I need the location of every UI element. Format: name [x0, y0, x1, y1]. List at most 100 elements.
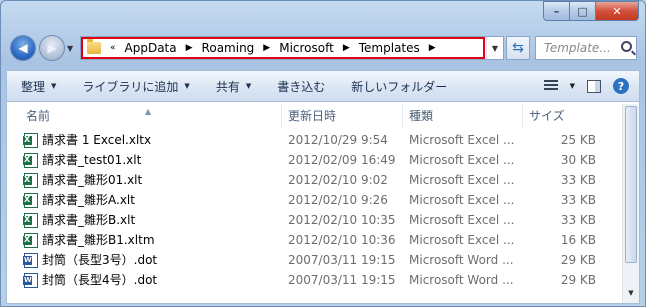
breadcrumb-separator-icon[interactable]: ▶	[186, 43, 193, 53]
scrollbar-thumb[interactable]	[625, 106, 637, 263]
breadcrumb-roaming[interactable]: Roaming	[202, 41, 255, 55]
column-size-label: サイズ	[529, 109, 565, 123]
address-bar[interactable]: « AppData ▶ Roaming ▶ Microsoft ▶ Templa…	[80, 36, 504, 60]
forward-button[interactable]: ▶	[39, 35, 65, 61]
chevron-down-icon: ▼	[51, 82, 57, 90]
column-header: 名前 ▲ 更新日時 種類 サイズ	[7, 104, 622, 128]
file-type: Microsoft Excel ...	[409, 233, 515, 247]
column-type[interactable]: 種類	[403, 104, 523, 128]
excel-icon	[23, 192, 38, 208]
recent-pages-chevron-icon[interactable]: ▼	[67, 44, 73, 53]
table-row[interactable]: 封筒（長型4号）.dot 2007/03/11 19:15 Microsoft …	[7, 270, 622, 290]
minimize-button[interactable]: –	[543, 1, 570, 21]
view-options-icon[interactable]	[543, 80, 558, 92]
navigation-bar: ◀ ▶ ▼ « AppData ▶ Roaming ▶ Microsoft ▶ …	[1, 32, 645, 64]
table-row[interactable]: 封筒（長型3号）.dot 2007/03/11 19:15 Microsoft …	[7, 250, 622, 270]
chevron-down-icon[interactable]: ▼	[570, 82, 575, 90]
file-modified: 2007/03/11 19:15	[288, 273, 396, 287]
table-row[interactable]: 請求書 1 Excel.xltx 2012/10/29 9:54 Microso…	[7, 130, 622, 150]
folder-icon	[87, 39, 101, 54]
file-size: 25 KB	[560, 133, 596, 147]
add-to-library-label: ライブラリに追加	[82, 79, 179, 94]
burn-label: 書き込む	[277, 79, 326, 94]
file-modified: 2007/03/11 19:15	[288, 253, 396, 267]
column-type-label: 種類	[409, 109, 434, 123]
command-bar: 整理 ▼ ライブラリに追加 ▼ 共有 ▼ 書き込む 新しいフォルダー ▼ ?	[6, 70, 640, 102]
column-modified-label: 更新日時	[288, 109, 337, 123]
breadcrumb-overflow[interactable]: «	[110, 43, 116, 53]
search-input[interactable]: Template...	[535, 36, 637, 60]
excel-icon	[23, 172, 38, 188]
file-name: 請求書_雛形B1.xltm	[42, 233, 155, 247]
chevron-down-icon: ▼	[184, 82, 190, 90]
breadcrumb-microsoft[interactable]: Microsoft	[279, 41, 334, 55]
table-row[interactable]: 請求書_雛形B.xlt 2012/02/10 10:35 Microsoft E…	[7, 210, 622, 230]
breadcrumb-separator-icon[interactable]: ▶	[343, 43, 350, 53]
close-button[interactable]: ✕	[596, 1, 639, 21]
toolbar-right: ▼ ?	[543, 78, 629, 94]
breadcrumb-appdata[interactable]: AppData	[125, 41, 177, 55]
add-to-library-button[interactable]: ライブラリに追加 ▼	[82, 78, 189, 95]
table-row[interactable]: 請求書_雛形B1.xltm 2012/02/10 10:36 Microsoft…	[7, 230, 622, 250]
table-row[interactable]: 請求書_雛形A.xlt 2012/02/10 9:26 Microsoft Ex…	[7, 190, 622, 210]
word-icon	[23, 252, 38, 268]
file-name: 封筒（長型3号）.dot	[42, 253, 158, 267]
file-size: 16 KB	[560, 233, 596, 247]
file-size: 33 KB	[560, 193, 596, 207]
column-name-label: 名前	[26, 109, 51, 123]
share-button[interactable]: 共有 ▼	[216, 78, 251, 95]
explorer-window: – □ ✕ ◀ ▶ ▼ « AppData ▶ Roaming ▶ Micros…	[0, 0, 646, 307]
excel-icon	[23, 152, 38, 168]
address-dropdown-icon[interactable]: ▼	[486, 37, 503, 59]
excel-icon	[23, 212, 38, 228]
organize-label: 整理	[21, 79, 46, 94]
file-size: 29 KB	[560, 273, 596, 287]
organize-button[interactable]: 整理 ▼	[21, 78, 56, 95]
help-icon[interactable]: ?	[613, 78, 629, 94]
file-modified: 2012/02/09 16:49	[288, 153, 396, 167]
burn-button[interactable]: 書き込む	[277, 78, 325, 95]
column-name[interactable]: 名前 ▲	[7, 104, 282, 128]
file-size: 29 KB	[560, 253, 596, 267]
excel-icon	[23, 132, 38, 148]
file-type: Microsoft Excel ...	[409, 193, 515, 207]
file-type: Microsoft Word ...	[409, 273, 514, 287]
search-placeholder: Template...	[544, 41, 611, 55]
file-list: 名前 ▲ 更新日時 種類 サイズ 請求書 1 Excel.xltx 2012/10…	[6, 102, 640, 304]
file-name: 請求書_test01.xlt	[42, 153, 142, 167]
new-folder-button[interactable]: 新しいフォルダー	[351, 78, 447, 95]
table-row[interactable]: 請求書_雛形01.xlt 2012/02/10 9:02 Microsoft E…	[7, 170, 622, 190]
breadcrumb-separator-icon[interactable]: ▶	[429, 43, 436, 53]
share-label: 共有	[215, 79, 240, 94]
breadcrumb: « AppData ▶ Roaming ▶ Microsoft ▶ Templa…	[101, 41, 445, 55]
column-modified[interactable]: 更新日時	[282, 104, 403, 128]
excel-icon	[23, 232, 38, 248]
file-name: 封筒（長型4号）.dot	[42, 273, 158, 287]
scroll-down-icon[interactable]: ▼	[625, 286, 637, 301]
breadcrumb-templates[interactable]: Templates	[359, 41, 420, 55]
file-type: Microsoft Excel ...	[409, 213, 515, 227]
file-modified: 2012/02/10 10:35	[288, 213, 396, 227]
back-button[interactable]: ◀	[10, 35, 36, 61]
file-modified: 2012/02/10 10:36	[288, 233, 396, 247]
file-name: 請求書_雛形A.xlt	[42, 193, 135, 207]
table-row[interactable]: 請求書_test01.xlt 2012/02/09 16:49 Microsof…	[7, 150, 622, 170]
column-size[interactable]: サイズ	[523, 104, 606, 128]
refresh-button[interactable]: ⇆	[506, 36, 530, 60]
file-size: 33 KB	[560, 213, 596, 227]
file-size: 30 KB	[560, 153, 596, 167]
vertical-scrollbar[interactable]: ▼	[622, 104, 639, 303]
file-type: Microsoft Word ...	[409, 253, 514, 267]
breadcrumb-separator-icon[interactable]: ▶	[263, 43, 270, 53]
search-icon[interactable]	[621, 41, 632, 52]
new-folder-label: 新しいフォルダー	[351, 79, 448, 94]
file-modified: 2012/02/10 9:26	[288, 193, 388, 207]
file-name: 請求書_雛形01.xlt	[42, 173, 143, 187]
preview-pane-icon[interactable]	[587, 79, 601, 93]
chevron-down-icon: ▼	[245, 82, 252, 90]
refresh-icon: ⇆	[512, 40, 524, 56]
file-name: 請求書 1 Excel.xltx	[42, 133, 152, 147]
word-icon	[23, 272, 38, 288]
maximize-button[interactable]: □	[570, 1, 596, 21]
file-type: Microsoft Excel ...	[409, 173, 515, 187]
